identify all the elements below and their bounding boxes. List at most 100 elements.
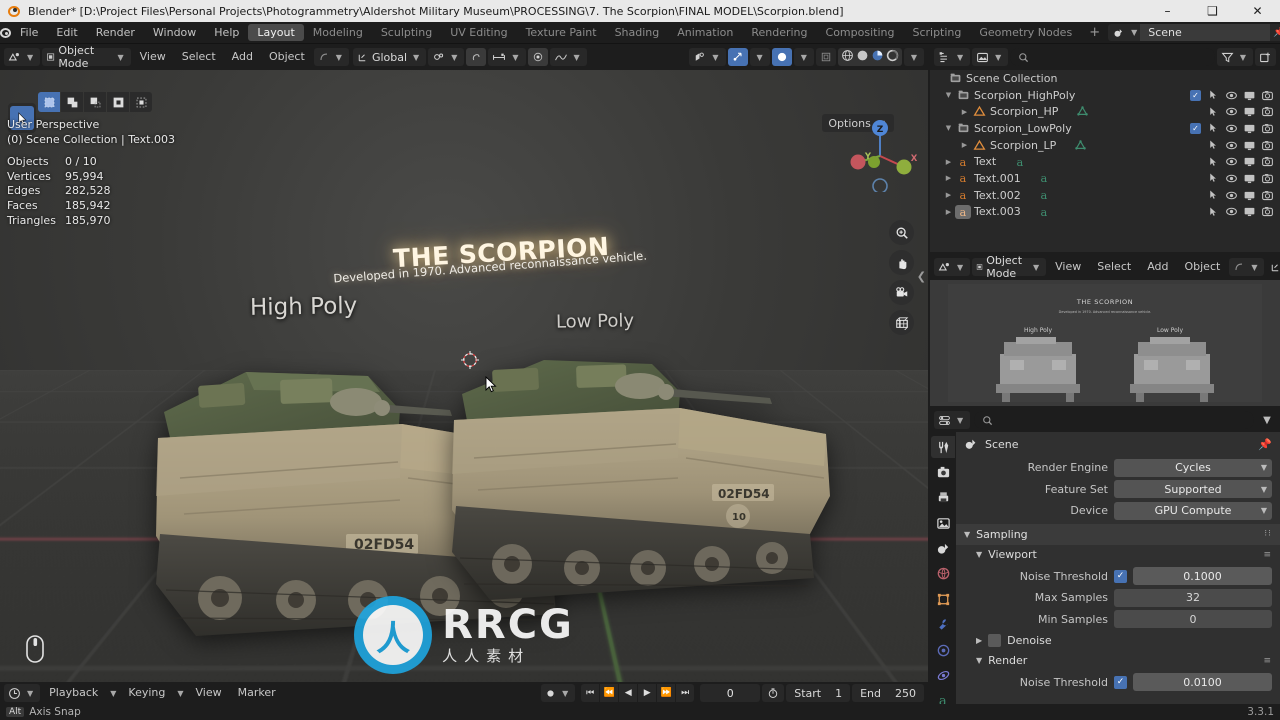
properties-tab-tool[interactable] bbox=[931, 436, 955, 459]
xray-options[interactable]: ▼ bbox=[793, 48, 814, 66]
scene-name-field[interactable]: Scene bbox=[1140, 24, 1271, 41]
disclosure-triangle-icon[interactable]: ▶ bbox=[942, 174, 955, 182]
outliner-row-scorpion-highpoly[interactable]: ▼ Scorpion_HighPoly ✓ bbox=[930, 87, 1280, 104]
maximize-button[interactable]: ❑ bbox=[1190, 0, 1235, 22]
disable-in-renders-camera-icon[interactable] bbox=[1259, 187, 1276, 203]
shading-solid-icon[interactable] bbox=[856, 49, 869, 65]
preview-menu-object[interactable]: Object bbox=[1177, 258, 1227, 276]
timeline-menu-view[interactable]: View bbox=[189, 684, 229, 702]
shading-wireframe-icon[interactable] bbox=[841, 49, 854, 65]
disable-in-renders-camera-icon[interactable] bbox=[1259, 137, 1276, 153]
blender-menu-icon[interactable] bbox=[0, 22, 11, 44]
jump-to-prev-keyframe-button[interactable]: ⏪ bbox=[600, 684, 619, 702]
disclosure-triangle-icon[interactable]: ▶ bbox=[942, 158, 955, 166]
sampling-panel-header[interactable]: ▼ Sampling ⁝⁝ bbox=[956, 523, 1280, 545]
overlays-options[interactable]: ▼ bbox=[749, 48, 770, 66]
xray-toggle[interactable] bbox=[771, 48, 792, 66]
disable-in-renders-camera-icon[interactable] bbox=[1259, 87, 1276, 103]
jump-to-end-button[interactable]: ⏭ bbox=[676, 684, 695, 702]
pin-scene-icon[interactable]: 📌 bbox=[1270, 24, 1280, 41]
select-box-button[interactable] bbox=[38, 92, 60, 112]
viewport-sidebar-collapse-arrow[interactable]: ❮ bbox=[917, 270, 926, 283]
properties-search-input[interactable] bbox=[974, 411, 1254, 429]
selectable-cursor-icon[interactable] bbox=[1205, 170, 1222, 186]
denoise-checkbox[interactable] bbox=[988, 634, 1002, 647]
pin-id-icon[interactable]: 📌 bbox=[1258, 438, 1272, 451]
disable-in-viewports-monitor-icon[interactable] bbox=[1241, 137, 1258, 153]
shading-wireframe-button[interactable] bbox=[815, 48, 836, 66]
snap-pivot-selector[interactable]: ▼ bbox=[428, 48, 465, 66]
hide-in-viewport-eye-icon[interactable] bbox=[1223, 204, 1240, 220]
selectable-cursor-icon[interactable] bbox=[1205, 87, 1222, 103]
sampling-render-subpanel-header[interactable]: ▼ Render ≡ bbox=[956, 651, 1280, 671]
workspace-tab-uv-editing[interactable]: UV Editing bbox=[441, 24, 516, 41]
object-mode-selector[interactable]: Object Mode ▼ bbox=[42, 44, 131, 70]
jump-to-next-keyframe-button[interactable]: ⏩ bbox=[657, 684, 676, 702]
play-button[interactable]: ▶ bbox=[638, 684, 657, 702]
hide-in-viewport-eye-icon[interactable] bbox=[1223, 154, 1240, 170]
workspace-tab-geometry-nodes[interactable]: Geometry Nodes bbox=[970, 24, 1081, 41]
disable-in-renders-camera-icon[interactable] bbox=[1259, 170, 1276, 186]
viewport-gizmos-selector[interactable]: ▼ bbox=[689, 48, 726, 66]
selectable-cursor-icon[interactable] bbox=[1205, 104, 1222, 120]
timeline-menu-marker[interactable]: Marker bbox=[231, 684, 283, 702]
proportional-editing-toggle[interactable] bbox=[527, 48, 548, 66]
preview-editor-type-selector[interactable]: ▼ bbox=[934, 258, 971, 276]
properties-tab-object[interactable] bbox=[931, 588, 955, 610]
disable-in-viewports-monitor-icon[interactable] bbox=[1241, 204, 1258, 220]
hide-in-viewport-eye-icon[interactable] bbox=[1223, 104, 1240, 120]
minimize-button[interactable]: – bbox=[1145, 0, 1190, 22]
disable-in-renders-camera-icon[interactable] bbox=[1259, 204, 1276, 220]
timeline-menu-keying[interactable]: Keying bbox=[121, 684, 172, 702]
sampling-drag-handle[interactable]: ⁝⁝ bbox=[1264, 529, 1272, 539]
properties-tab-physics[interactable] bbox=[931, 639, 955, 661]
disable-in-viewports-monitor-icon[interactable] bbox=[1241, 170, 1258, 186]
disable-in-renders-camera-icon[interactable] bbox=[1259, 120, 1276, 136]
hide-in-viewport-eye-icon[interactable] bbox=[1223, 120, 1240, 136]
disable-in-viewports-monitor-icon[interactable] bbox=[1241, 120, 1258, 136]
use-preview-range-button[interactable] bbox=[762, 684, 785, 702]
viewport-noise-threshold-checkbox[interactable]: ✓ bbox=[1114, 569, 1127, 583]
viewport-canvas[interactable]: 02FD54 10 bbox=[0, 70, 928, 682]
properties-options-chevron-down-icon[interactable]: ▼ bbox=[1258, 412, 1276, 429]
viewport-menu-view[interactable]: View bbox=[133, 48, 173, 66]
outliner-row-scorpion-lp[interactable]: ▶ Scorpion_LP bbox=[930, 137, 1280, 154]
selectable-cursor-icon[interactable] bbox=[1205, 204, 1222, 220]
workspace-tab-rendering[interactable]: Rendering bbox=[742, 24, 816, 41]
properties-editor-type-selector[interactable]: ▼ bbox=[934, 411, 971, 429]
shading-mode-group[interactable] bbox=[837, 48, 902, 66]
viewport-overlays-toggle[interactable] bbox=[727, 48, 748, 66]
select-extend-button[interactable] bbox=[61, 92, 83, 112]
selectable-cursor-icon[interactable] bbox=[1205, 137, 1222, 153]
render-preset-icon[interactable]: ≡ bbox=[1263, 656, 1272, 666]
preview-transform-orientation[interactable]: Glob bbox=[1266, 258, 1280, 276]
select-intersect-button[interactable] bbox=[130, 92, 152, 112]
workspace-tab-layout[interactable]: Layout bbox=[248, 24, 304, 41]
shading-rendered-icon[interactable] bbox=[886, 49, 899, 65]
close-button[interactable]: ✕ bbox=[1235, 0, 1280, 22]
workspace-tab-modeling[interactable]: Modeling bbox=[304, 24, 372, 41]
timeline-menu-playback[interactable]: Playback bbox=[42, 684, 105, 702]
workspace-tab-sculpting[interactable]: Sculpting bbox=[372, 24, 441, 41]
toggle-perspective-ortho-icon[interactable] bbox=[889, 310, 914, 335]
viewport-menu-select[interactable]: Select bbox=[175, 48, 223, 66]
zoom-view-icon[interactable] bbox=[889, 220, 914, 245]
outliner-row-scorpion-lowpoly[interactable]: ▼ Scorpion_LowPoly ✓ bbox=[930, 120, 1280, 137]
outliner-row-text-003[interactable]: ▶ a Text.003 a bbox=[930, 204, 1280, 221]
disclosure-triangle-icon[interactable]: ▶ bbox=[942, 208, 955, 216]
navigation-gizmo[interactable]: Z X Y bbox=[842, 116, 918, 192]
render-engine-dropdown[interactable]: Cycles ▼ bbox=[1114, 458, 1272, 477]
properties-tab-modifier[interactable] bbox=[931, 614, 955, 636]
camera-view-icon[interactable] bbox=[889, 280, 914, 305]
current-frame-field[interactable]: 0 bbox=[700, 684, 761, 702]
properties-tab-render[interactable] bbox=[931, 461, 955, 483]
select-invert-button[interactable] bbox=[107, 92, 129, 112]
viewport-menu-object[interactable]: Object bbox=[262, 48, 312, 66]
disclosure-triangle-icon[interactable]: ▶ bbox=[958, 141, 971, 149]
snap-settings[interactable]: ▼ bbox=[488, 48, 526, 66]
properties-tab-world[interactable] bbox=[931, 563, 955, 585]
workspace-tab-shading[interactable]: Shading bbox=[606, 24, 669, 41]
scene-selector[interactable]: ▼ Scene 📌 🗋 ✕ bbox=[1108, 24, 1280, 41]
disable-in-viewports-monitor-icon[interactable] bbox=[1241, 154, 1258, 170]
properties-tab-constraint[interactable] bbox=[931, 664, 955, 686]
